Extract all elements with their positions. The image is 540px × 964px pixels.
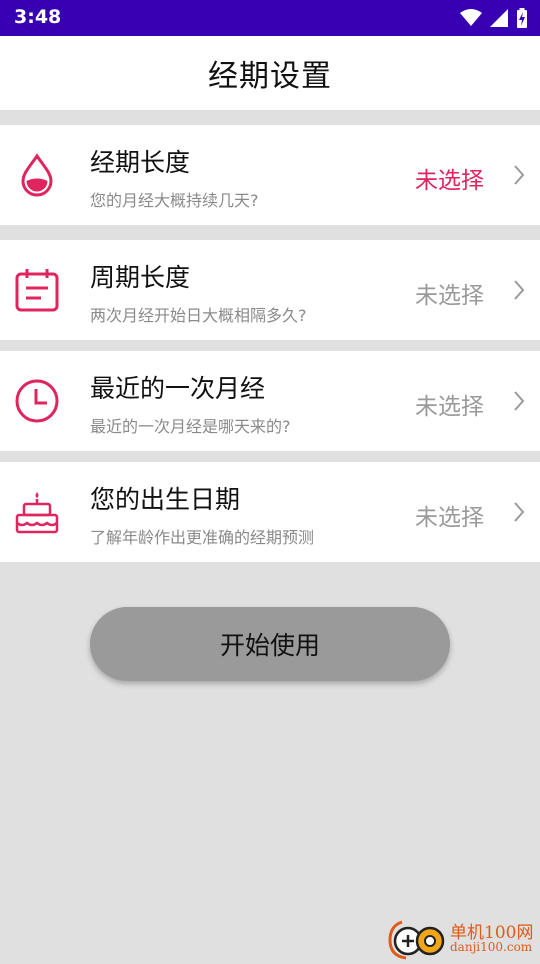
chevron-right-icon [512,389,526,413]
setting-title: 经期长度 [90,148,191,177]
battery-charging-icon [516,8,528,28]
wifi-icon [460,9,482,27]
clock-icon [14,378,60,424]
chevron-right-icon [512,163,526,187]
setting-row-cycle-length[interactable]: 周期长度 两次月经开始日大概相隔多久? 未选择 [0,240,540,340]
setting-value: 未选择 [415,168,484,194]
setting-subtitle: 两次月经开始日大概相隔多久? [90,306,307,325]
watermark-url: danji100.com [450,940,533,954]
app-bar: 经期设置 [0,36,540,110]
page-title: 经期设置 [208,59,332,94]
birthday-cake-icon [14,489,60,535]
watermark-logo-icon [388,920,452,960]
setting-row-period-length[interactable]: 经期长度 您的月经大概持续几天? 未选择 [0,125,540,225]
setting-title: 最近的一次月经 [90,374,266,403]
calendar-icon [14,267,60,313]
water-drop-icon [14,152,60,198]
setting-row-last-period[interactable]: 最近的一次月经 最近的一次月经是哪天来的? 未选择 [0,351,540,451]
setting-subtitle: 您的月经大概持续几天? [90,191,259,210]
watermark: 单机100网 danji100.com [388,916,538,960]
setting-value: 未选择 [415,394,484,420]
setting-title: 周期长度 [90,263,191,292]
setting-row-birth-date[interactable]: 您的出生日期 了解年龄作出更准确的经期预测 未选择 [0,462,540,562]
chevron-right-icon [512,500,526,524]
status-bar: 3:48 [0,0,540,36]
start-button[interactable]: 开始使用 [90,607,450,681]
setting-subtitle: 了解年龄作出更准确的经期预测 [90,528,315,547]
status-time: 3:48 [14,6,62,28]
signal-icon [490,9,508,27]
setting-value: 未选择 [415,505,484,531]
setting-subtitle: 最近的一次月经是哪天来的? [90,417,291,436]
chevron-right-icon [512,278,526,302]
setting-title: 您的出生日期 [90,485,241,514]
setting-value: 未选择 [415,283,484,309]
status-icons [460,6,528,30]
